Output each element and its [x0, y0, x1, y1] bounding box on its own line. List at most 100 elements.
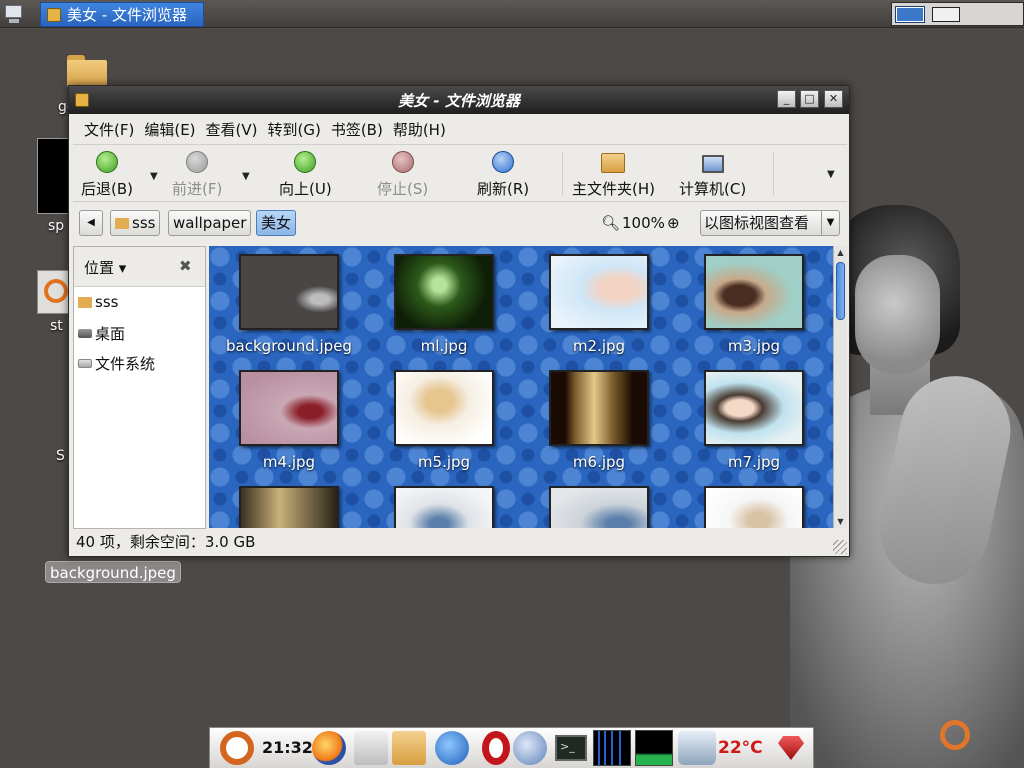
home-folder-label: 主文件夹(H): [572, 180, 655, 198]
taskbar-window-button[interactable]: 美女 - 文件浏览器: [40, 2, 204, 27]
computer-label: 计算机(C): [679, 180, 747, 198]
file-name[interactable]: m6.jpg: [524, 453, 674, 471]
window-title: 美女 - 文件浏览器: [398, 92, 520, 110]
desktop-icon: [78, 329, 92, 338]
close-sidebar-icon[interactable]: ✖: [179, 257, 192, 275]
file-thumbnail[interactable]: [704, 486, 804, 528]
home-folder-icon: [601, 153, 626, 173]
file-thumbnail[interactable]: [239, 370, 339, 446]
toolbar-overflow-dropdown[interactable]: ▼: [827, 169, 835, 180]
forward-history-dropdown[interactable]: ▼: [242, 171, 250, 182]
chevron-down-icon: ▼: [821, 211, 839, 235]
folder-icon: [115, 217, 129, 229]
file-name[interactable]: m3.jpg: [679, 337, 829, 355]
menu-bookmarks[interactable]: 书签(B): [326, 118, 388, 142]
menu-help[interactable]: 帮助(H): [388, 118, 451, 142]
trash-icon[interactable]: [678, 731, 716, 765]
up-button[interactable]: 向上(U): [279, 149, 332, 199]
file-name[interactable]: ml.jpg: [369, 337, 519, 355]
firefox-icon[interactable]: [312, 731, 346, 765]
file-name[interactable]: m2.jpg: [524, 337, 674, 355]
desktop-selected-file-label[interactable]: background.jpeg: [45, 561, 181, 583]
dock-panel: 21:32 >_ 22°C: [209, 727, 814, 768]
forward-button[interactable]: 前进(F): [172, 149, 222, 199]
workspace-switcher[interactable]: [891, 2, 1024, 26]
file-thumbnail[interactable]: [549, 254, 649, 330]
menu-go[interactable]: 转到(G): [263, 118, 326, 142]
sidebar-header: 位置 ▾ ✖: [74, 247, 205, 287]
workspace-1[interactable]: [896, 7, 924, 22]
workspace-2[interactable]: [932, 7, 960, 22]
file-name[interactable]: m7.jpg: [679, 453, 829, 471]
breadcrumb-sss[interactable]: sss: [110, 210, 161, 236]
memory-monitor-icon[interactable]: [635, 730, 673, 766]
path-scroll-left-button[interactable]: ◀: [79, 210, 103, 236]
zoom-out-icon[interactable]: 🔍︎: [601, 214, 620, 232]
file-thumbnail[interactable]: [239, 486, 339, 528]
file-name[interactable]: m4.jpg: [214, 453, 364, 471]
sidebar-item-desktop[interactable]: 桌面: [78, 323, 125, 344]
location-bar: ◀ sss wallpaper 美女 🔍︎ 100% ⊕ 以图标视图查看 ▼: [73, 206, 847, 238]
home-folder-button[interactable]: 主文件夹(H): [572, 149, 655, 199]
show-desktop-icon[interactable]: [3, 3, 27, 25]
file-thumbnail[interactable]: [704, 370, 804, 446]
menu-view[interactable]: 查看(V): [201, 118, 263, 142]
back-arrow-icon: [96, 151, 118, 173]
file-thumbnail[interactable]: [394, 254, 494, 330]
close-button[interactable]: ✕: [824, 90, 843, 108]
opera-icon[interactable]: [482, 731, 510, 765]
terminal-icon[interactable]: >_: [555, 735, 587, 761]
scrollbar-thumb[interactable]: [836, 262, 845, 320]
breadcrumb-label: sss: [132, 214, 156, 232]
file-thumbnail[interactable]: [549, 486, 649, 528]
breadcrumb-current[interactable]: 美女: [256, 210, 297, 236]
reload-button[interactable]: 刷新(R): [477, 149, 529, 199]
ruby-gem-icon[interactable]: [778, 736, 804, 760]
places-sidebar: 位置 ▾ ✖ sss 桌面 文件系统: [73, 246, 206, 529]
drive-icon: [78, 359, 92, 368]
pidgin-icon[interactable]: [513, 731, 547, 765]
cpu-monitor-icon[interactable]: [593, 730, 631, 766]
clock[interactable]: 21:32: [262, 738, 313, 758]
menu-file[interactable]: 文件(F): [79, 118, 139, 142]
file-name[interactable]: m5.jpg: [369, 453, 519, 471]
file-name[interactable]: background.jpeg: [214, 337, 364, 355]
mail-clock-icon[interactable]: [354, 731, 388, 765]
weather-temperature[interactable]: 22°C: [718, 738, 778, 768]
scroll-down-icon[interactable]: ▼: [834, 515, 847, 528]
desktop-folder-goodm[interactable]: [67, 55, 107, 87]
file-thumbnail[interactable]: [394, 486, 494, 528]
ubuntu-menu-icon[interactable]: [220, 731, 254, 765]
computer-button[interactable]: 计算机(C): [679, 149, 746, 199]
desktop-icon-label: sp: [48, 218, 65, 234]
sidebar-item-filesystem[interactable]: 文件系统: [78, 353, 155, 374]
desktop-icon-label: S: [56, 448, 65, 464]
file-thumbnail[interactable]: [549, 370, 649, 446]
breadcrumb-label: wallpaper: [173, 214, 247, 232]
network-globe-icon[interactable]: [435, 731, 469, 765]
file-thumbnail[interactable]: [704, 254, 804, 330]
maximize-button[interactable]: □: [800, 90, 819, 108]
file-thumbnail[interactable]: [394, 370, 494, 446]
resize-grip-icon[interactable]: [833, 540, 847, 554]
sidebar-type-selector[interactable]: 位置 ▾: [84, 257, 126, 278]
file-thumbnail[interactable]: [239, 254, 339, 330]
folder-icon: [78, 296, 92, 308]
breadcrumb-wallpaper[interactable]: wallpaper: [168, 210, 252, 236]
back-button[interactable]: 后退(B): [81, 149, 133, 199]
sidebar-item-sss[interactable]: sss: [78, 293, 118, 311]
menu-edit[interactable]: 编辑(E): [139, 118, 200, 142]
minimize-button[interactable]: _: [777, 90, 796, 108]
icon-view[interactable]: background.jpeg ml.jpg m2.jpg m3.jpg m4.…: [209, 246, 833, 528]
window-titlebar[interactable]: 美女 - 文件浏览器 _ □ ✕: [69, 86, 849, 114]
file-browser-window: 美女 - 文件浏览器 _ □ ✕ 文件(F) 编辑(E) 查看(V) 转到(G)…: [68, 85, 850, 557]
zoom-in-icon[interactable]: ⊕: [667, 214, 680, 232]
zoom-level[interactable]: 100%: [622, 214, 665, 232]
view-mode-select[interactable]: 以图标视图查看 ▼: [700, 210, 840, 236]
stop-button[interactable]: 停止(S): [377, 149, 428, 199]
back-history-dropdown[interactable]: ▼: [150, 171, 158, 182]
breadcrumb-label: 美女: [261, 214, 292, 232]
home-folder-icon[interactable]: [392, 731, 426, 765]
scroll-up-icon[interactable]: ▲: [834, 246, 847, 259]
vertical-scrollbar[interactable]: ▲ ▼: [833, 246, 847, 528]
